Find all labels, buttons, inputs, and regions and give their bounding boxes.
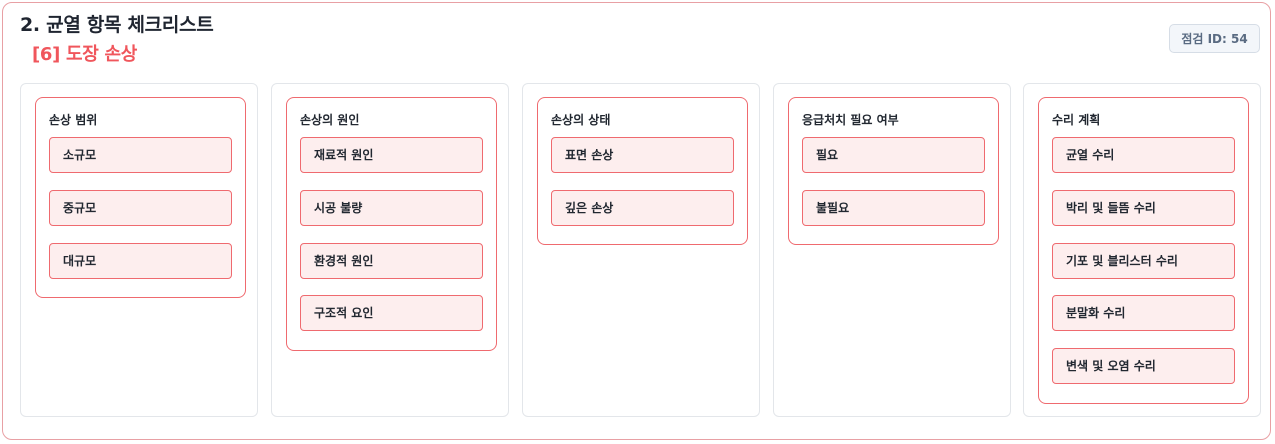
option-environmental-cause[interactable]: 환경적 원인 — [300, 243, 483, 279]
option-small-scale[interactable]: 소규모 — [49, 137, 232, 173]
inspection-id-badge: 점검 ID: 54 — [1169, 24, 1260, 53]
option-label: 균열 수리 — [1066, 148, 1115, 162]
option-needed[interactable]: 필요 — [802, 137, 985, 173]
option-label: 환경적 원인 — [314, 254, 374, 268]
option-label: 시공 불량 — [314, 201, 363, 215]
option-label: 필요 — [816, 148, 839, 162]
option-label: 변색 및 오염 수리 — [1066, 359, 1156, 373]
option-label: 구조적 요인 — [314, 306, 374, 320]
option-blister-repair[interactable]: 기포 및 블리스터 수리 — [1052, 243, 1235, 279]
option-not-needed[interactable]: 불필요 — [802, 190, 985, 226]
group-label: 손상의 원인 — [300, 113, 360, 127]
option-label: 불필요 — [816, 201, 850, 215]
option-label: 깊은 손상 — [565, 201, 614, 215]
option-construction-defect[interactable]: 시공 불량 — [300, 190, 483, 226]
page-title: 2. 균열 항목 체크리스트 — [20, 14, 214, 36]
option-deep-damage[interactable]: 깊은 손상 — [551, 190, 734, 226]
option-label: 분말화 수리 — [1066, 306, 1126, 320]
option-structural-factor[interactable]: 구조적 요인 — [300, 295, 483, 331]
section-subtitle: [6] 도장 손상 — [32, 44, 138, 65]
group-damage-cause: 손상의 원인 재료적 원인 시공 불량 환경적 원인 구조적 요인 — [286, 97, 497, 351]
group-damage-scope: 손상 범위 소규모 중규모 대규모 — [35, 97, 246, 298]
column-repair-plan: 수리 계획 균열 수리 박리 및 들뜸 수리 기포 및 블리스터 수리 분말화 … — [1023, 83, 1261, 417]
option-peeling-repair[interactable]: 박리 및 들뜸 수리 — [1052, 190, 1235, 226]
option-label: 재료적 원인 — [314, 148, 374, 162]
option-label: 박리 및 들뜸 수리 — [1066, 201, 1156, 215]
option-label: 중규모 — [63, 201, 97, 215]
option-chalking-repair[interactable]: 분말화 수리 — [1052, 295, 1235, 331]
group-damage-state: 손상의 상태 표면 손상 깊은 손상 — [537, 97, 748, 245]
column-emergency-need: 응급처치 필요 여부 필요 불필요 — [773, 83, 1011, 417]
column-damage-cause: 손상의 원인 재료적 원인 시공 불량 환경적 원인 구조적 요인 — [271, 83, 509, 417]
option-label: 기포 및 블리스터 수리 — [1066, 254, 1178, 268]
option-discoloration-repair[interactable]: 변색 및 오염 수리 — [1052, 348, 1235, 384]
option-label: 대규모 — [63, 254, 97, 268]
group-label: 수리 계획 — [1052, 113, 1101, 127]
option-crack-repair[interactable]: 균열 수리 — [1052, 137, 1235, 173]
option-label: 소규모 — [63, 148, 97, 162]
column-damage-scope: 손상 범위 소규모 중규모 대규모 — [20, 83, 258, 417]
group-emergency-need: 응급처치 필요 여부 필요 불필요 — [788, 97, 999, 245]
option-medium-scale[interactable]: 중규모 — [49, 190, 232, 226]
option-label: 표면 손상 — [565, 148, 614, 162]
group-label: 손상 범위 — [49, 113, 98, 127]
group-repair-plan: 수리 계획 균열 수리 박리 및 들뜸 수리 기포 및 블리스터 수리 분말화 … — [1038, 97, 1249, 404]
option-material-cause[interactable]: 재료적 원인 — [300, 137, 483, 173]
group-label: 응급처치 필요 여부 — [802, 113, 899, 127]
column-damage-state: 손상의 상태 표면 손상 깊은 손상 — [522, 83, 760, 417]
option-surface-damage[interactable]: 표면 손상 — [551, 137, 734, 173]
group-label: 손상의 상태 — [551, 113, 611, 127]
option-large-scale[interactable]: 대규모 — [49, 243, 232, 279]
